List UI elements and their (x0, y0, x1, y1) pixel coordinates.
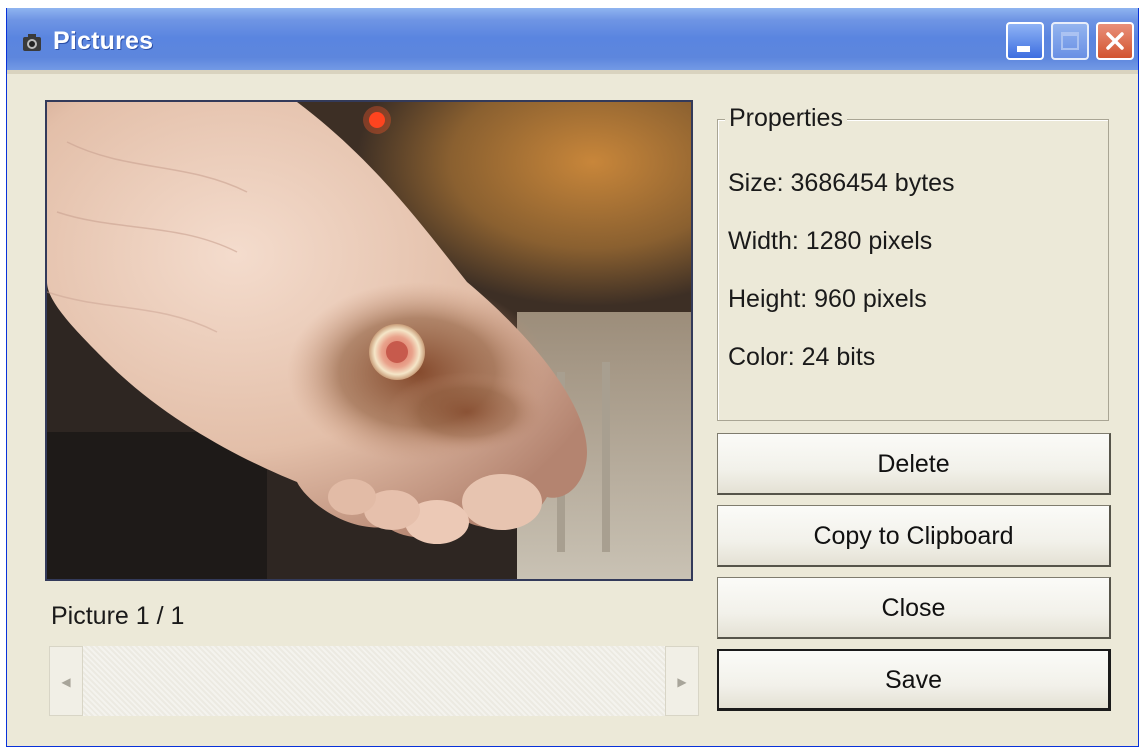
delete-button[interactable]: Delete (717, 433, 1111, 495)
window-title: Pictures (53, 27, 154, 55)
properties-legend: Properties (725, 104, 847, 133)
properties-group (717, 119, 1109, 421)
close-icon (1106, 32, 1124, 50)
minimize-button[interactable] (1006, 22, 1044, 60)
title-bar[interactable]: Pictures (7, 8, 1138, 74)
picture-preview (45, 100, 693, 581)
copy-to-clipboard-button[interactable]: Copy to Clipboard (717, 505, 1111, 567)
color-property: Color: 24 bits (728, 343, 876, 371)
title-bar-divider (7, 70, 1138, 74)
width-property: Width: 1280 pixels (728, 227, 933, 255)
camera-icon (23, 34, 41, 51)
picture-counter: Picture 1 / 1 (51, 602, 185, 630)
close-button[interactable]: Close (717, 577, 1111, 639)
pictures-window: Pictures Picture 1 / 1 ◀ ▶ Properties Si… (6, 8, 1139, 747)
height-property: Height: 960 pixels (728, 285, 927, 313)
maximize-button (1051, 22, 1089, 60)
scroll-left-button[interactable]: ◀ (49, 646, 83, 716)
close-window-button[interactable] (1096, 22, 1134, 60)
scroll-right-button[interactable]: ▶ (665, 646, 699, 716)
arrow-left-icon: ◀ (61, 675, 71, 689)
minimize-icon (1017, 46, 1030, 52)
maximize-icon (1061, 32, 1079, 50)
save-button[interactable]: Save (717, 649, 1111, 711)
picture-scrollbar[interactable]: ◀ ▶ (49, 646, 699, 716)
size-property: Size: 3686454 bytes (728, 169, 955, 197)
arrow-right-icon: ▶ (677, 675, 687, 689)
foot-photo (47, 102, 691, 579)
